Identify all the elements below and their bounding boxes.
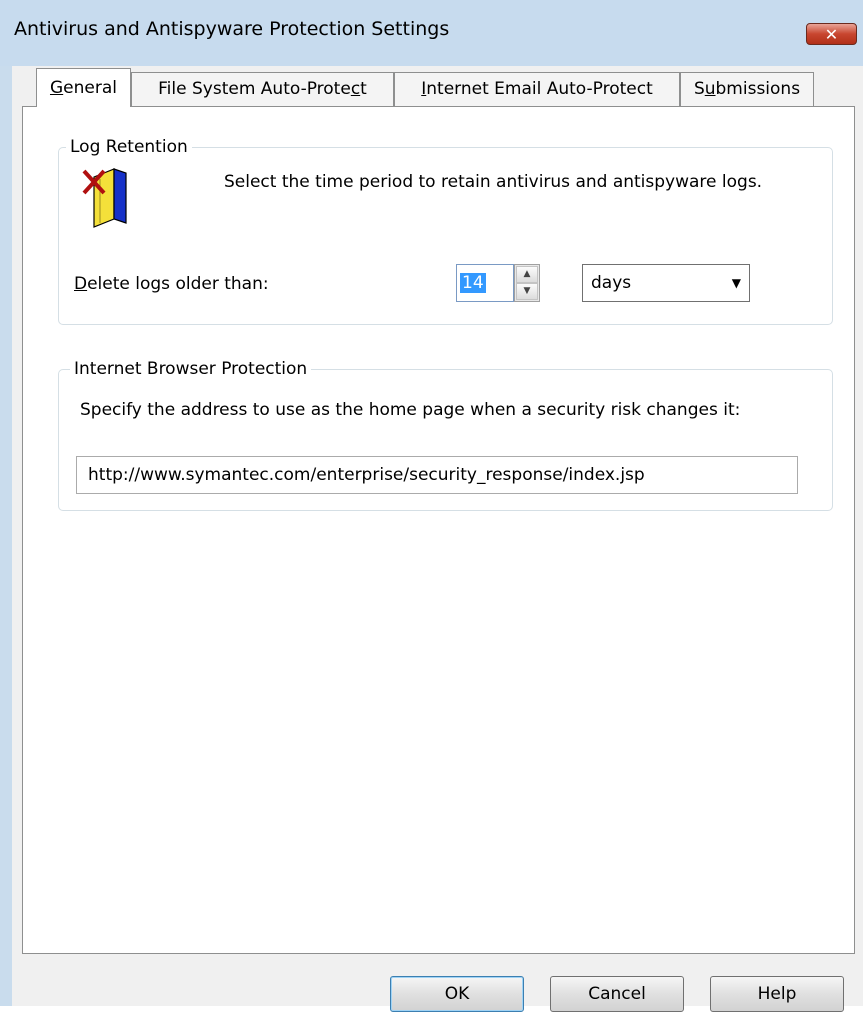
log-retention-description: Select the time period to retain antivir… [224, 172, 763, 192]
arrow-down-icon: ▼ [523, 286, 531, 296]
home-page-url-input[interactable]: http://www.symantec.com/enterprise/secur… [76, 456, 798, 494]
browser-protection-description: Specify the address to use as the home p… [80, 400, 741, 420]
ok-button[interactable]: OK [390, 976, 524, 1012]
spin-down-button[interactable]: ▼ [516, 283, 538, 300]
log-days-spinner: ▲ ▼ [514, 264, 540, 302]
cancel-button[interactable]: Cancel [550, 976, 684, 1012]
close-button[interactable]: ✕ [806, 23, 857, 45]
log-retention-legend: Log Retention [66, 137, 192, 157]
chevron-down-icon[interactable]: ▼ [732, 273, 741, 293]
help-button[interactable]: Help [710, 976, 844, 1012]
log-book-delete-icon [82, 168, 127, 228]
close-icon: ✕ [824, 25, 839, 44]
window-title: Antivirus and Antispyware Protection Set… [14, 18, 450, 40]
home-page-url-value: http://www.symantec.com/enterprise/secur… [88, 465, 645, 485]
spin-up-button[interactable]: ▲ [516, 266, 538, 283]
tab-submissions[interactable]: Submissions [680, 72, 814, 106]
tab-general[interactable]: General [36, 68, 131, 107]
tab-file-system-auto-protect[interactable]: File System Auto-Protect [131, 72, 394, 106]
log-days-value: 14 [460, 273, 486, 293]
log-days-input[interactable]: 14 [456, 264, 514, 302]
log-unit-value: days [591, 273, 632, 293]
browser-protection-legend: Internet Browser Protection [70, 359, 312, 379]
arrow-up-icon: ▲ [523, 269, 531, 279]
tab-internet-email-auto-protect[interactable]: Internet Email Auto-Protect [394, 72, 680, 106]
log-unit-select[interactable]: days ▼ [582, 264, 750, 302]
delete-logs-label: Delete logs older than: [74, 274, 269, 294]
